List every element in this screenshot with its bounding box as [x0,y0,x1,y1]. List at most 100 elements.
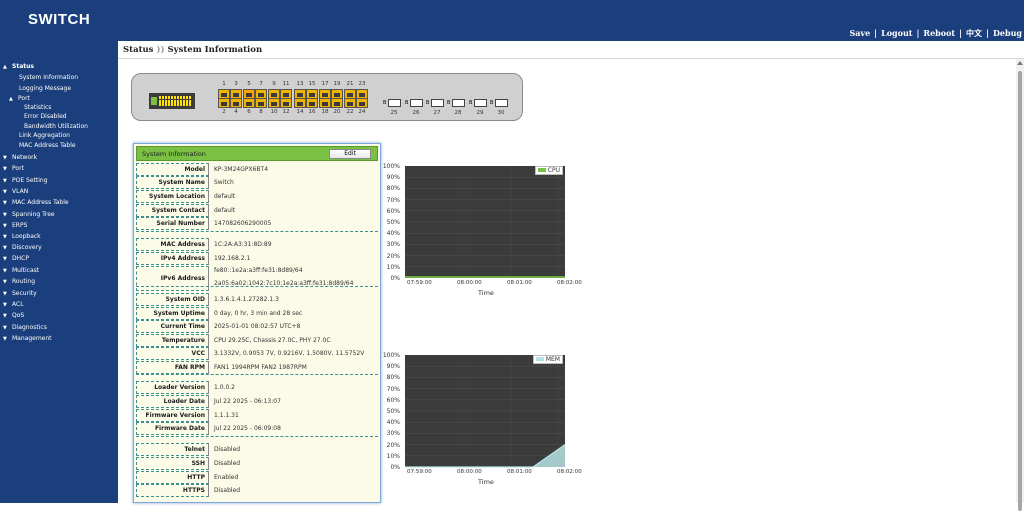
sfp-port-29[interactable] [474,99,487,107]
nav-separator: | [986,28,989,38]
info-row: SSH Disabled [136,457,378,470]
info-value: 0 day, 0 hr, 3 min and 28 sec [214,310,303,317]
vertical-scrollbar[interactable] [1016,59,1024,511]
port-2[interactable] [218,98,230,108]
sidebar-item[interactable]: MAC Address Table [19,142,76,150]
sidebar-item-label: DHCP [12,255,29,262]
sidebar-item[interactable]: ▼ Network [3,154,37,162]
info-label: IPv6 Address [136,266,209,291]
port-20[interactable] [331,98,343,108]
sidebar-item[interactable]: ▼ POE Setting [3,177,48,185]
x-tick-label: 08:02:00 [557,280,582,286]
info-value: Enabled [214,474,239,481]
scroll-up-icon[interactable] [1017,61,1023,65]
sidebar-item-label: Discovery [12,244,42,251]
sidebar-item[interactable]: ▼ Routing [3,278,35,286]
info-value: fe80::1e2a:a3ff:fe31:8d89/64 [214,267,303,274]
sidebar-item-label: VLAN [12,188,29,195]
port-number-sfp: 30 [497,110,505,116]
sfp-label: B [405,100,409,106]
logout-link[interactable]: Logout [881,28,912,38]
port-24[interactable] [356,98,368,108]
sidebar-item[interactable]: ▲ Status [3,63,34,71]
edit-button[interactable]: Edit [329,149,371,159]
switch-logo-icon [149,93,195,109]
sidebar-item[interactable]: ▼ Multicast [3,267,39,275]
sfp-port-25[interactable] [388,99,401,107]
info-label: System OID [136,293,209,306]
sfp-port-28[interactable] [452,99,465,107]
sidebar-item[interactable]: ▼ Security [3,290,37,298]
port-10[interactable] [268,98,280,108]
port-18[interactable] [319,98,331,108]
sfp-port-27[interactable] [431,99,444,107]
port-4[interactable] [230,98,242,108]
section-divider [136,436,378,437]
info-value: Disabled [214,487,241,494]
info-row: MAC Address 1C:2A:A3:31:8D:89 [136,238,378,251]
sidebar-item-label: Management [12,335,52,342]
sidebar-item[interactable]: ▼ DHCP [3,255,29,263]
chevron-down-icon: ▼ [3,268,7,274]
port-6[interactable] [243,98,255,108]
chart-plot [405,355,565,468]
sidebar-item-label: Multicast [12,267,40,274]
sidebar-item[interactable]: Logging Message [19,85,71,93]
sidebar-item[interactable]: System Information [19,74,78,82]
port-8[interactable] [255,98,267,108]
sidebar-item[interactable]: ▼ ERPS [3,222,27,230]
port-number-sfp: 25 [390,110,398,116]
sidebar-item[interactable]: ▼ MAC Address Table [3,199,69,207]
port-number-bottom: 14 [296,109,304,115]
sidebar-item[interactable]: ▼ Loopback [3,233,41,241]
info-label: Firmware Version [136,409,209,422]
save-link[interactable]: Save [849,28,870,38]
port-number-top: 21 [346,81,354,87]
info-value: 3.1332V, 0.9053 7V, 0.9216V, 1.5080V, 11… [214,350,365,357]
legend-swatch [535,357,544,361]
port-number-top: 1 [222,81,226,87]
port-16[interactable] [306,98,318,108]
sidebar-item[interactable]: ▼ Spanning Tree [3,211,55,219]
debug-link[interactable]: Debug [993,28,1022,38]
info-row: VCC 3.1332V, 0.9053 7V, 0.9216V, 1.5080V,… [136,347,378,360]
sidebar-item[interactable]: ▲ Port [9,95,30,103]
sidebar-item[interactable]: ▼ Diagnostics [3,324,47,332]
reboot-link[interactable]: Reboot [923,28,955,38]
port-14[interactable] [294,98,306,108]
info-label: Model [136,163,209,176]
port-number-bottom: 18 [321,109,329,115]
sidebar-item[interactable]: Error Disabled [24,113,67,121]
sidebar-item-label: Bandwidth Utilization [24,123,88,130]
language-link[interactable]: 中文 [966,28,982,38]
scrollbar-thumb[interactable] [1018,71,1022,511]
info-label: Loader Version [136,381,209,394]
info-label: Temperature [136,334,209,347]
breadcrumb-parent[interactable]: Status [123,45,153,55]
info-value: 2025-01-01 08:02:57 UTC+8 [214,323,301,330]
sidebar-item[interactable]: ▼ Management [3,335,52,343]
port-number-top: 15 [308,81,316,87]
chevron-down-icon: ▼ [3,166,7,172]
sidebar-item[interactable]: ▼ Port [3,165,24,173]
title-divider [118,58,1024,59]
sidebar-item[interactable]: Link Aggregation [19,132,70,140]
info-row: Telnet Disabled [136,443,378,456]
port-22[interactable] [344,98,356,108]
x-tick-label: 08:01:00 [507,280,532,286]
port-number-bottom: 10 [270,109,278,115]
sidebar-item[interactable]: ▼ ACL [3,301,24,309]
port-number-top: 13 [296,81,304,87]
port-12[interactable] [280,98,292,108]
sidebar-nav: ▲ Status System Information Logging Message… [0,41,118,503]
sidebar-item[interactable]: ▼ VLAN [3,188,28,196]
sidebar-item[interactable]: ▼ Discovery [3,244,42,252]
sidebar-item[interactable]: Bandwidth Utilization [24,123,88,131]
sfp-port-26[interactable] [410,99,423,107]
port-number-sfp: 27 [433,110,441,116]
sidebar-item[interactable]: Statistics [24,104,51,112]
sidebar-item[interactable]: ▼ QoS [3,312,24,320]
x-axis-title: Time [478,478,494,486]
info-value: 147082606290005 [214,220,272,227]
sfp-port-30[interactable] [495,99,508,107]
